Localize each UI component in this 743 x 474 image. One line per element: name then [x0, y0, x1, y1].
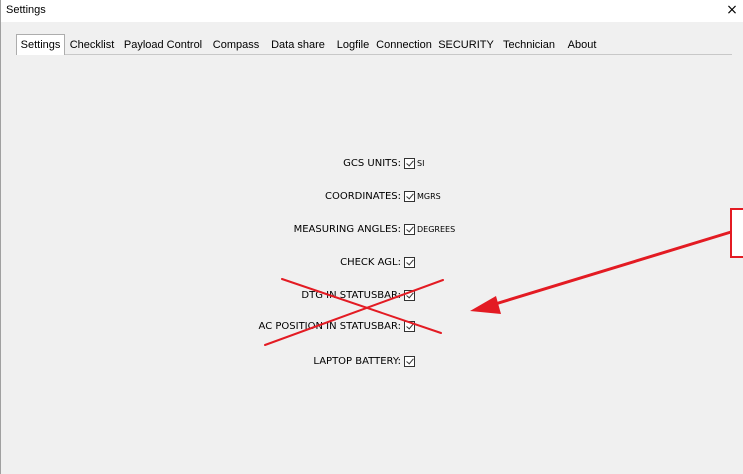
coordinates-value: MGRS: [417, 192, 441, 201]
tab-payload-control[interactable]: Payload Control: [119, 36, 207, 54]
gcs-units-checkbox[interactable]: [404, 158, 415, 169]
coordinates-row: COORDINATES:: [200, 190, 401, 204]
tab-logfile[interactable]: Logfile: [333, 36, 373, 54]
laptop-battery-checkbox[interactable]: [404, 356, 415, 367]
laptop-battery-label: LAPTOP BATTERY:: [313, 356, 401, 367]
coordinates-label: COORDINATES:: [324, 191, 401, 202]
check-agl-row: CHECK AGL:: [200, 256, 401, 270]
tab-about[interactable]: About: [562, 36, 602, 54]
check-agl-label: CHECK AGL:: [340, 257, 401, 268]
measuring-angles-checkbox[interactable]: [404, 224, 415, 235]
measuring-angles-row: MEASURING ANGLES:: [200, 223, 401, 237]
gcs-units-value: SI: [417, 159, 425, 168]
tab-compass[interactable]: Compass: [210, 36, 262, 54]
tab-checklist[interactable]: Checklist: [67, 36, 117, 54]
measuring-angles-label: MEASURING ANGLES:: [293, 224, 401, 235]
gcs-units-label: GCS UNITS:: [343, 158, 401, 169]
dtg-statusbar-checkbox[interactable]: [404, 290, 415, 301]
tab-connection[interactable]: Connection: [373, 36, 435, 54]
coordinates-checkbox[interactable]: [404, 191, 415, 202]
window-title: Settings: [6, 4, 46, 16]
check-agl-checkbox[interactable]: [404, 257, 415, 268]
dtg-statusbar-row: DTG IN STATUSBAR:: [200, 289, 401, 303]
tab-security[interactable]: SECURITY: [437, 36, 495, 54]
title-bar: Settings ×: [1, 0, 743, 22]
laptop-battery-row: LAPTOP BATTERY:: [200, 355, 401, 369]
ac-position-statusbar-row: AC POSITION IN STATUSBAR:: [200, 320, 401, 334]
tab-data-share[interactable]: Data share: [265, 36, 331, 54]
dtg-statusbar-label: DTG IN STATUSBAR:: [301, 290, 401, 301]
tab-settings[interactable]: Settings: [16, 34, 65, 55]
measuring-angles-value: DEGREES: [417, 225, 456, 234]
gcs-units-row: GCS UNITS:: [200, 157, 401, 171]
tab-technician[interactable]: Technician: [498, 36, 560, 54]
close-icon[interactable]: ×: [724, 1, 740, 19]
tab-bar: Settings Checklist Payload Control Compa…: [16, 34, 732, 55]
ac-position-statusbar-checkbox[interactable]: [404, 321, 415, 332]
settings-window: Settings × Settings Checklist Payload Co…: [0, 0, 743, 474]
ac-position-statusbar-label: AC POSITION IN STATUSBAR:: [258, 321, 401, 332]
